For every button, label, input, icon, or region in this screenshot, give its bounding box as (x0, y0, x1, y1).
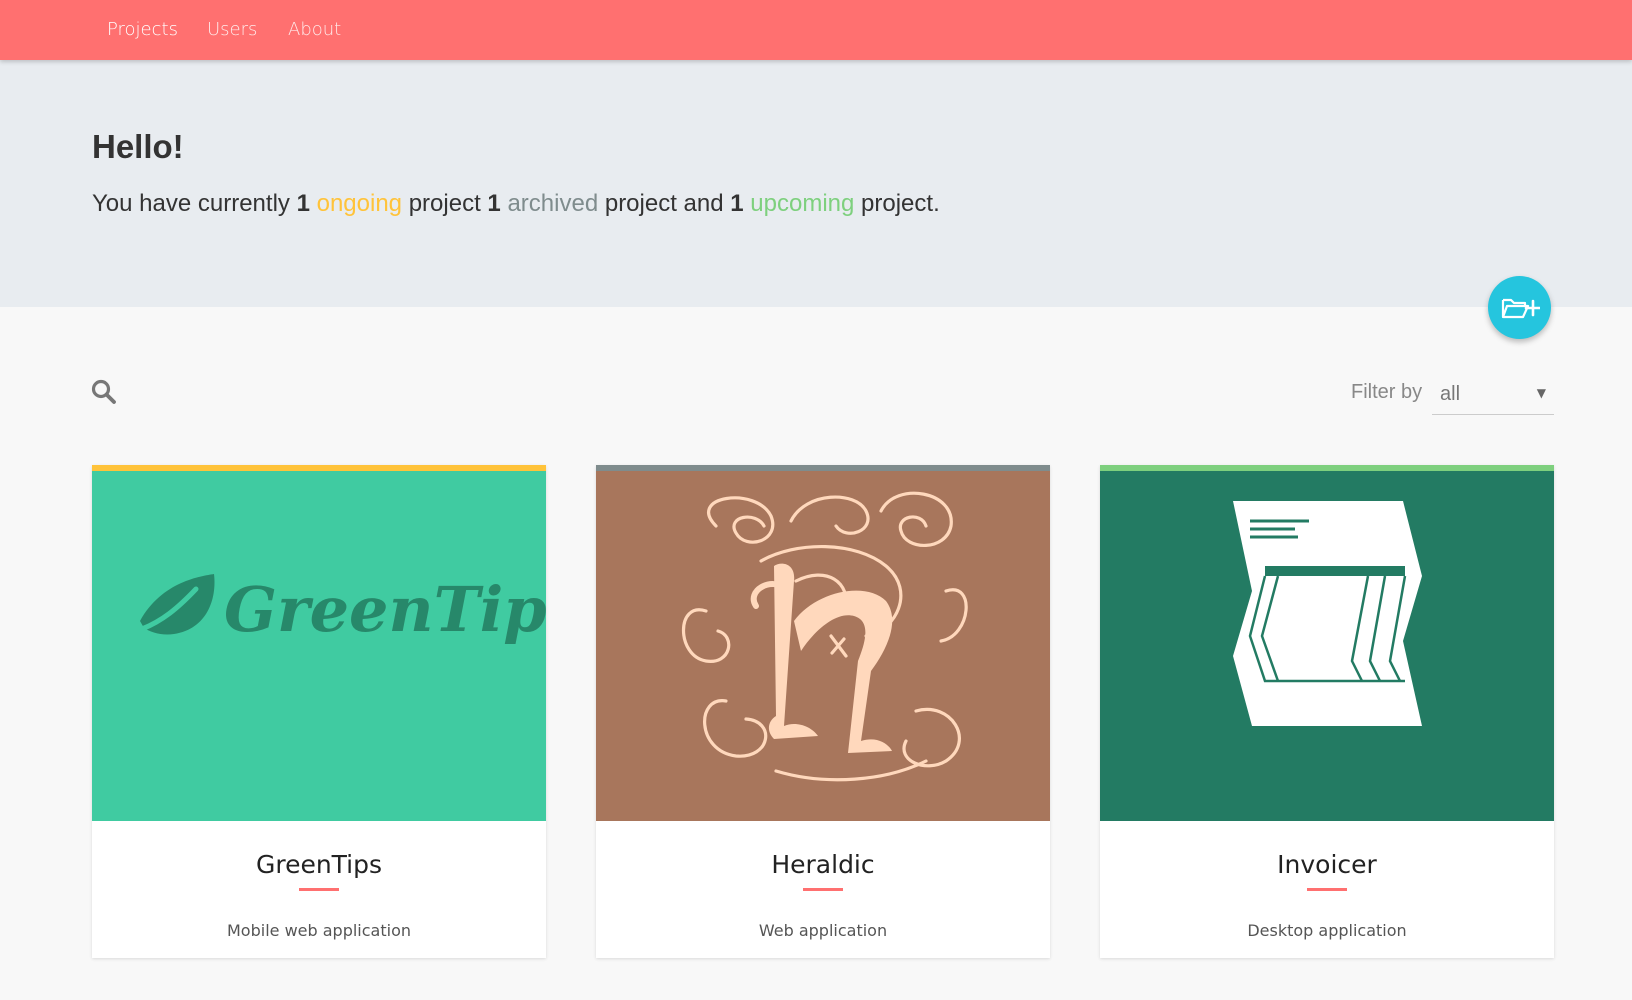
leaf-icon (139, 574, 215, 635)
greentips-logo-text: GreenTips (224, 573, 546, 646)
project-type: Desktop application (1247, 921, 1407, 940)
search-button[interactable] (91, 379, 117, 405)
nav-item-about[interactable]: About (288, 19, 341, 40)
project-image (596, 471, 1050, 821)
archived-label: archived (507, 190, 599, 217)
title-underline (299, 888, 339, 891)
filter-label: Filter by (1351, 381, 1423, 403)
top-nav: Projects Users About (0, 0, 1632, 60)
heraldic-h-monogram-icon (682, 491, 968, 782)
project-type: Mobile web application (227, 921, 411, 940)
filter-selected-value: all (1440, 383, 1461, 405)
summary-suffix: project. (861, 190, 940, 217)
folder-plus-icon (1501, 298, 1540, 318)
title-underline (803, 888, 843, 891)
summary-between-2: project and (604, 190, 724, 217)
archived-count: 1 (487, 190, 501, 217)
nav-item-projects[interactable]: Projects (107, 19, 178, 40)
project-image (1100, 471, 1554, 821)
upcoming-label: upcoming (750, 190, 855, 217)
project-title: Heraldic (771, 850, 875, 879)
project-image: GreenTips (92, 471, 546, 821)
ongoing-label: ongoing (316, 190, 403, 217)
project-title: GreenTips (255, 850, 383, 879)
greeting-heading: Hello! (92, 128, 184, 165)
search-icon (91, 379, 116, 404)
summary-between-1: project (408, 190, 481, 217)
nav-item-users[interactable]: Users (207, 19, 257, 40)
summary-prefix: You have currently (92, 190, 290, 217)
project-card-heraldic[interactable]: Heraldic Web application (596, 465, 1050, 958)
upcoming-count: 1 (730, 190, 744, 217)
chevron-down-icon: ▼ (1536, 386, 1546, 400)
project-title: Invoicer (1277, 850, 1377, 879)
title-underline (1307, 888, 1347, 891)
filter-select[interactable]: all ▼ (1432, 376, 1554, 415)
project-summary: You have currently 1 ongoing project 1 a… (92, 190, 940, 218)
project-card-greentips[interactable]: GreenTips GreenTips Mobile web applicati… (92, 465, 546, 958)
hero-section: Hello! You have currently 1 ongoing proj… (0, 60, 1632, 307)
project-type: Web application (758, 921, 888, 940)
project-card-invoicer[interactable]: Invoicer Desktop application (1100, 465, 1554, 958)
invoice-document-icon (1233, 501, 1422, 726)
add-project-button[interactable] (1488, 276, 1551, 339)
ongoing-count: 1 (296, 190, 310, 217)
